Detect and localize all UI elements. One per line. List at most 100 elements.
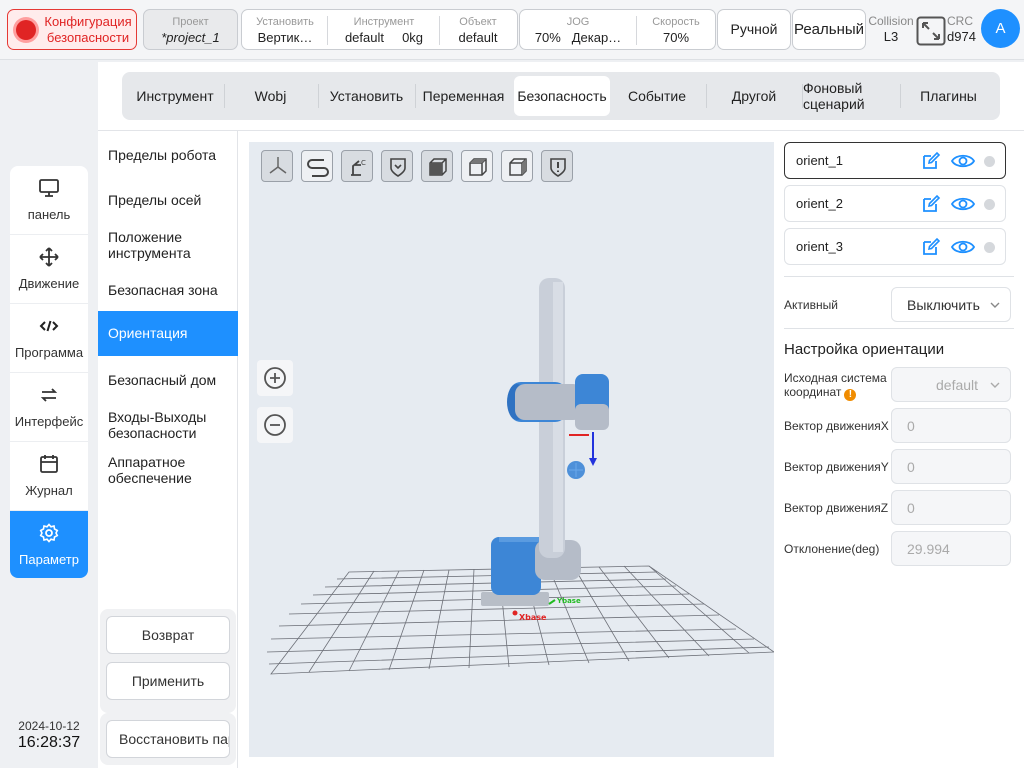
- eye-icon[interactable]: [951, 152, 975, 170]
- tab-bar: Инструмент Wobj Установить Переменная Бе…: [122, 72, 1000, 120]
- install-tool-object-box[interactable]: Установить Вертик… Инструмент default 0k…: [241, 9, 518, 50]
- tab-tool[interactable]: Инструмент: [126, 76, 224, 116]
- jog-value: 70%: [534, 30, 561, 45]
- coord-label-wrap: Исходная система координат!: [784, 371, 888, 401]
- nav-item-panel[interactable]: панель: [10, 166, 88, 235]
- submenu-safe-zone[interactable]: Безопасная зона: [108, 282, 238, 298]
- coord-value: default: [936, 377, 979, 393]
- jog-label: JOG: [566, 16, 590, 28]
- nav-item-motion[interactable]: Движение: [10, 235, 88, 304]
- safety-config-button[interactable]: Конфигурация безопасности: [7, 9, 137, 50]
- status-dot: [984, 242, 995, 253]
- x-base-label: Xbase: [519, 613, 547, 622]
- coord-label: Исходная система координат: [784, 371, 887, 399]
- tool-load: 0kg: [402, 30, 424, 45]
- submenu-tool-position[interactable]: Положение инструмента: [108, 229, 238, 261]
- top-bar: Конфигурация безопасности Проект *projec…: [0, 0, 1024, 60]
- jog-mode: Декар…: [571, 30, 622, 45]
- chevron-down-icon: [990, 382, 1000, 388]
- orient-name: orient_3: [796, 239, 843, 254]
- vector-y-label: Вектор движенияY: [784, 460, 889, 474]
- orient-name: orient_1: [796, 153, 843, 168]
- monitor-icon: [39, 179, 59, 197]
- orient-name: orient_2: [796, 196, 843, 211]
- object-value: default: [458, 30, 498, 45]
- nav-item-program[interactable]: Программа: [10, 304, 88, 373]
- crc-info: CRC d974: [947, 13, 981, 45]
- tab-plugins[interactable]: Плагины: [901, 76, 996, 116]
- tab-variable[interactable]: Переменная: [416, 76, 511, 116]
- safety-submenu: Пределы робота Пределы осей Положение ин…: [98, 131, 238, 768]
- submenu-safety-io[interactable]: Входы-Выходы безопасности: [108, 409, 238, 441]
- project-value: *project_1: [161, 30, 220, 45]
- orient-item-2[interactable]: orient_2: [784, 185, 1006, 222]
- crc-label: CRC: [947, 14, 973, 28]
- edit-icon[interactable]: [921, 151, 941, 171]
- robot-base-joint: [491, 537, 541, 595]
- orientation-section-title: Настройка ориентации: [784, 341, 945, 358]
- speed-value: 70%: [662, 30, 690, 45]
- tab-background-script[interactable]: Фоновый сценарий: [803, 76, 899, 116]
- project-label: Проект: [172, 16, 209, 28]
- deviation-input[interactable]: 29.994: [891, 531, 1011, 566]
- tab-wobj[interactable]: Wobj: [225, 76, 316, 116]
- date-text: 2024-10-12: [18, 719, 80, 733]
- submenu-robot-limits[interactable]: Пределы робота: [108, 147, 238, 163]
- nav-label: Движение: [18, 276, 80, 291]
- y-base-label: Ybase: [556, 597, 581, 605]
- calendar-icon: [40, 455, 58, 473]
- vector-x-input[interactable]: 0: [891, 408, 1011, 443]
- tool-value: default: [344, 30, 384, 45]
- restore-button[interactable]: Восстановить парам: [106, 720, 230, 758]
- speed-label: Скорость: [652, 16, 700, 28]
- edit-icon[interactable]: [921, 237, 941, 257]
- edit-icon[interactable]: [921, 194, 941, 214]
- action-buttons-group: Возврат Применить: [100, 609, 236, 713]
- tab-other[interactable]: Другой: [707, 76, 801, 116]
- nav-label: Программа: [14, 345, 84, 360]
- nav-label: Журнал: [25, 483, 73, 498]
- active-select[interactable]: Выключить: [891, 287, 1011, 322]
- status-dot: [984, 199, 995, 210]
- jog-speed-box[interactable]: JOG 70% Декар… Скорость 70%: [519, 9, 716, 50]
- deviation-label: Отклонение(deg): [784, 542, 880, 556]
- collision-level[interactable]: Collision L3: [867, 13, 915, 45]
- install-label: Установить: [256, 16, 314, 28]
- real-mode-button[interactable]: Реальный: [792, 9, 866, 50]
- chevron-down-icon: [990, 302, 1000, 308]
- status-dot: [984, 156, 995, 167]
- back-button[interactable]: Возврат: [106, 616, 230, 654]
- apply-button[interactable]: Применить: [106, 662, 230, 700]
- nav-item-parameter[interactable]: Параметр: [10, 511, 88, 578]
- tab-install[interactable]: Установить: [319, 76, 414, 116]
- swap-icon: [40, 388, 58, 402]
- left-nav: панель Движение Программа Интерфейс Журн…: [10, 166, 88, 578]
- object-label: Объект: [459, 16, 497, 28]
- nav-item-interface[interactable]: Интерфейс: [10, 373, 88, 442]
- project-box[interactable]: Проект *project_1: [143, 9, 238, 50]
- orient-item-1[interactable]: orient_1: [784, 142, 1006, 179]
- manual-mode-button[interactable]: Ручной: [717, 9, 791, 50]
- tab-safety[interactable]: Безопасность: [514, 76, 610, 116]
- vector-y-input[interactable]: 0: [891, 449, 1011, 484]
- active-label: Активный: [784, 298, 838, 312]
- eye-icon[interactable]: [951, 238, 975, 256]
- coord-select[interactable]: default: [891, 367, 1011, 402]
- nav-label: панель: [27, 207, 71, 222]
- vector-z-input[interactable]: 0: [891, 490, 1011, 525]
- submenu-orientation[interactable]: Ориентация: [98, 311, 238, 356]
- warning-icon: !: [844, 389, 857, 401]
- tab-event[interactable]: Событие: [610, 76, 704, 116]
- eye-icon[interactable]: [951, 195, 975, 213]
- robot-scene: Xbase Ybase: [266, 278, 774, 675]
- nav-item-log[interactable]: Журнал: [10, 442, 88, 511]
- avatar[interactable]: A: [981, 9, 1020, 48]
- submenu-safe-home[interactable]: Безопасный дом: [108, 372, 238, 388]
- expand-icon[interactable]: [916, 16, 946, 46]
- submenu-hardware[interactable]: Аппаратное обеспечение: [108, 454, 238, 486]
- robot-3d-view[interactable]: C Xbase Ybase: [249, 142, 774, 757]
- restore-button-group: Восстановить парам: [100, 713, 236, 765]
- orient-item-3[interactable]: orient_3: [784, 228, 1006, 265]
- safety-config-label: Конфигурация безопасности: [44, 14, 132, 45]
- submenu-joint-limits[interactable]: Пределы осей: [108, 192, 238, 208]
